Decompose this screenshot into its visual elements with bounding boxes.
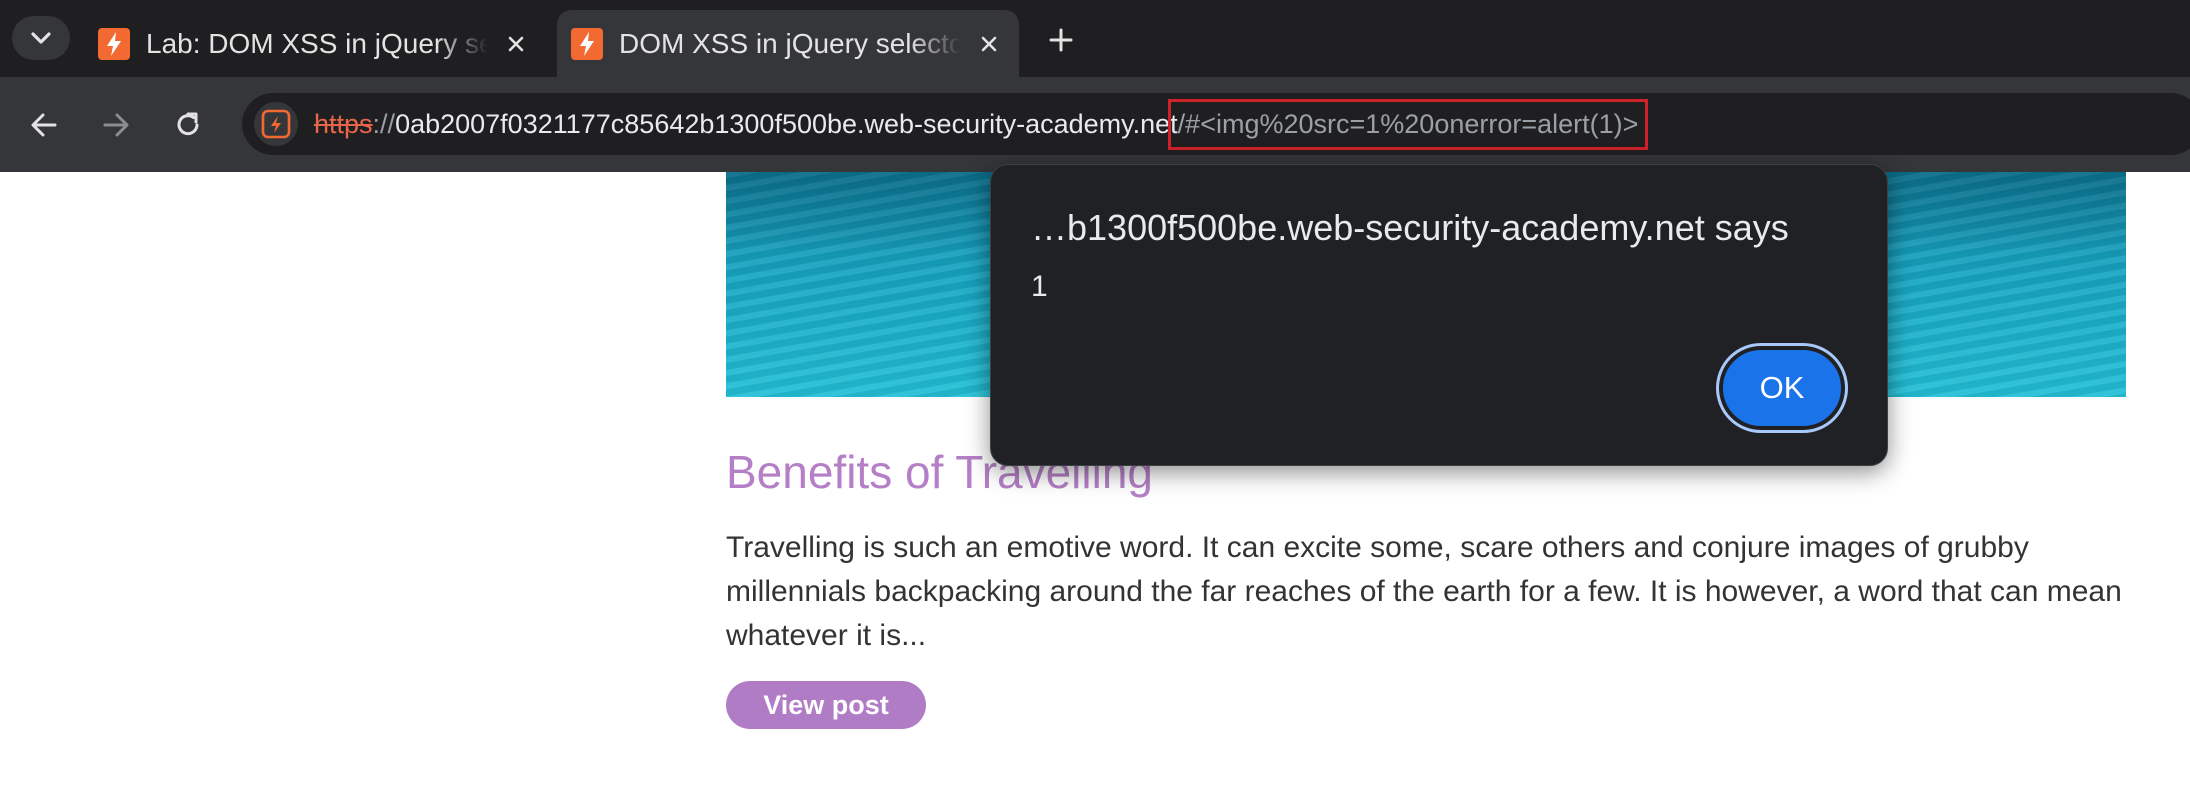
tab-search-button[interactable] — [12, 16, 70, 60]
ok-button[interactable]: OK — [1716, 343, 1848, 433]
close-tab-button[interactable] — [969, 24, 1009, 64]
back-button[interactable] — [20, 101, 68, 149]
new-tab-button[interactable] — [1038, 18, 1084, 62]
address-bar[interactable]: https://0ab2007f0321177c85642b1300f500be… — [242, 93, 2190, 155]
close-icon — [981, 36, 997, 51]
lightning-bolt-icon — [98, 27, 130, 60]
site-info-button[interactable] — [254, 102, 298, 146]
close-icon — [508, 36, 524, 51]
tab-title: Lab: DOM XSS in jQuery selector sink usi… — [146, 27, 488, 59]
browser-toolbar: https://0ab2007f0321177c85642b1300f500be… — [0, 77, 2190, 172]
close-tab-button[interactable] — [496, 24, 536, 64]
dialog-origin-text: …b1300f500be.web-security-academy.net sa… — [1031, 207, 1789, 248]
url-scheme: https — [314, 108, 373, 139]
tab-lab[interactable]: Lab: DOM XSS in jQuery selector sink usi… — [86, 10, 546, 77]
tab-strip: Lab: DOM XSS in jQuery selector sink usi… — [0, 0, 2190, 77]
arrow-left-icon — [31, 113, 57, 137]
url-text[interactable]: https://0ab2007f0321177c85642b1300f500be… — [314, 93, 1649, 155]
url-host: 0ab2007f0321177c85642b1300f500be.web-sec… — [395, 108, 1178, 139]
forward-button[interactable] — [92, 101, 140, 149]
url-separator: :// — [372, 108, 396, 139]
lightning-bolt-icon — [261, 109, 291, 139]
reload-button[interactable] — [164, 101, 212, 149]
arrow-right-icon — [103, 113, 129, 137]
alert-dialog: …b1300f500be.web-security-academy.net sa… — [990, 164, 1888, 466]
tab-title: DOM XSS in jQuery selector sink using a … — [619, 27, 961, 59]
lightning-bolt-icon — [571, 27, 603, 60]
view-post-button[interactable]: View post — [726, 681, 926, 729]
post-summary: Travelling is such an emotive word. It c… — [726, 531, 2122, 652]
url-highlight-box: /#<img%20src=1%20onerror=alert(1)> — [1167, 98, 1649, 150]
plus-icon — [1049, 28, 1073, 52]
tab-active[interactable]: DOM XSS in jQuery selector sink using a … — [557, 10, 1019, 77]
dialog-message: 1 — [1031, 270, 1048, 303]
url-fragment: #<img%20src=1%20onerror=alert(1)> — [1185, 108, 1639, 139]
reload-icon — [177, 112, 199, 136]
chevron-down-icon — [31, 32, 51, 44]
